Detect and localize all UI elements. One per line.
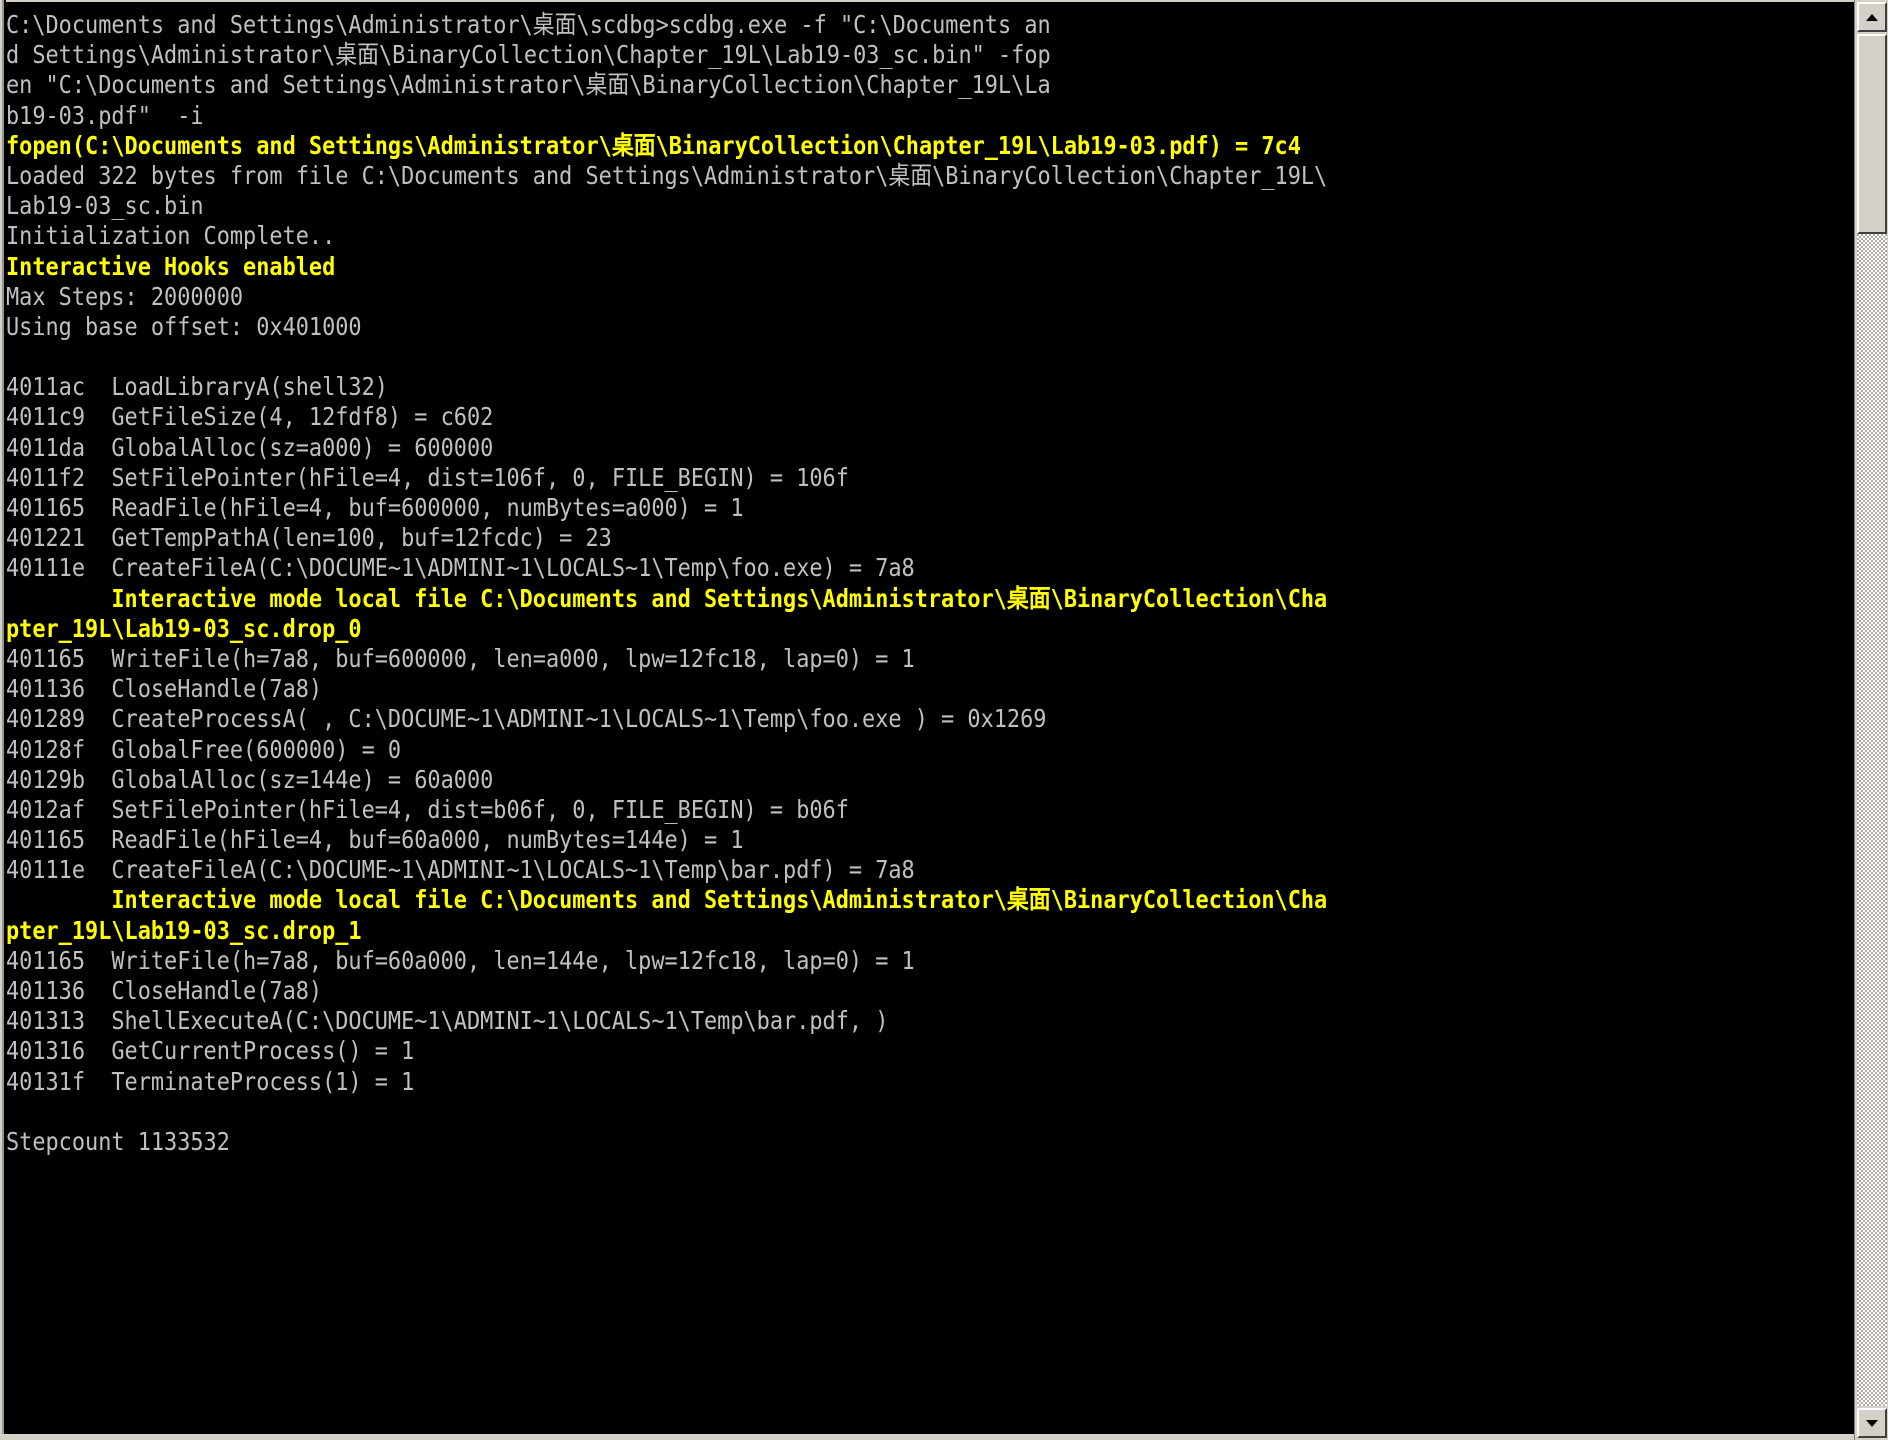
console-line: 401313 ShellExecuteA(C:\DOCUME~1\ADMINI~…	[6, 1006, 889, 1036]
console-line: en "C:\Documents and Settings\Administra…	[6, 70, 1051, 100]
console-line: 40131f TerminateProcess(1) = 1	[6, 1066, 415, 1096]
console-line: d Settings\Administrator\桌面\BinaryCollec…	[6, 40, 1051, 70]
console-line: Interactive mode local file C:\Documents…	[6, 583, 1328, 613]
console-text-area[interactable]: C:\Documents and Settings\Administrator\…	[6, 10, 1536, 1430]
console-line: 4012af SetFilePointer(hFile=4, dist=b06f…	[6, 794, 849, 824]
window-bevel-bottom	[0, 1434, 1888, 1440]
console-line: 40128f GlobalFree(600000) = 0	[6, 734, 402, 764]
console-line: 401221 GetTempPathA(len=100, buf=12fcdc)…	[6, 523, 612, 553]
console-line: 40111e CreateFileA(C:\DOCUME~1\ADMINI~1\…	[6, 553, 915, 583]
console-line: b19-03.pdf" -i	[6, 100, 204, 130]
console-line: Initialization Complete..	[6, 221, 336, 251]
console-window: C:\Documents and Settings\Administrator\…	[0, 0, 1888, 1440]
console-line: 4011f2 SetFilePointer(hFile=4, dist=106f…	[6, 462, 849, 492]
console-line: Using base offset: 0x401000	[6, 311, 362, 341]
console-line: C:\Documents and Settings\Administrator\…	[6, 10, 1051, 39]
console-line: 401136 CloseHandle(7a8)	[6, 674, 323, 704]
console-line: Lab19-03_sc.bin	[6, 191, 204, 221]
scrollbar-track[interactable]	[1857, 34, 1887, 1406]
scroll-up-button[interactable]	[1857, 2, 1887, 32]
console-line: Interactive Hooks enabled	[6, 251, 336, 281]
scrollbar-thumb[interactable]	[1857, 34, 1887, 234]
console-line: pter_19L\Lab19-03_sc.drop_1	[6, 915, 362, 945]
console-line: Max Steps: 2000000	[6, 281, 244, 311]
console-line: 401165 WriteFile(h=7a8, buf=60a000, len=…	[6, 945, 915, 975]
chevron-up-icon	[1866, 13, 1878, 21]
console-line: 401289 CreateProcessA( , C:\DOCUME~1\ADM…	[6, 704, 1047, 734]
console-line: 401165 ReadFile(hFile=4, buf=60a000, num…	[6, 825, 744, 855]
console-line: 4011ac LoadLibraryA(shell32)	[6, 372, 388, 402]
console-line: fopen(C:\Documents and Settings\Administ…	[6, 130, 1301, 160]
scroll-down-button[interactable]	[1857, 1408, 1887, 1438]
window-bevel-top	[0, 0, 1888, 4]
console-line: Stepcount 1133532	[6, 1126, 230, 1156]
vertical-scrollbar[interactable]	[1854, 0, 1888, 1440]
console-line: Loaded 322 bytes from file C:\Documents …	[6, 160, 1328, 190]
console-line: pter_19L\Lab19-03_sc.drop_0	[6, 613, 362, 643]
console-line: 401165 WriteFile(h=7a8, buf=600000, len=…	[6, 643, 915, 673]
console-line: 401316 GetCurrentProcess() = 1	[6, 1036, 415, 1066]
console-line: 4011da GlobalAlloc(sz=a000) = 600000	[6, 432, 494, 462]
console-line: 401136 CloseHandle(7a8)	[6, 976, 323, 1005]
console-line: 40111e CreateFileA(C:\DOCUME~1\ADMINI~1\…	[6, 855, 915, 885]
console-line: 401165 ReadFile(hFile=4, buf=600000, num…	[6, 493, 744, 522]
console-line: Interactive mode local file C:\Documents…	[6, 885, 1328, 915]
chevron-down-icon	[1866, 1419, 1878, 1427]
console-line: 40129b GlobalAlloc(sz=144e) = 60a000	[6, 764, 494, 794]
console-line: 4011c9 GetFileSize(4, 12fdf8) = c602	[6, 402, 494, 432]
